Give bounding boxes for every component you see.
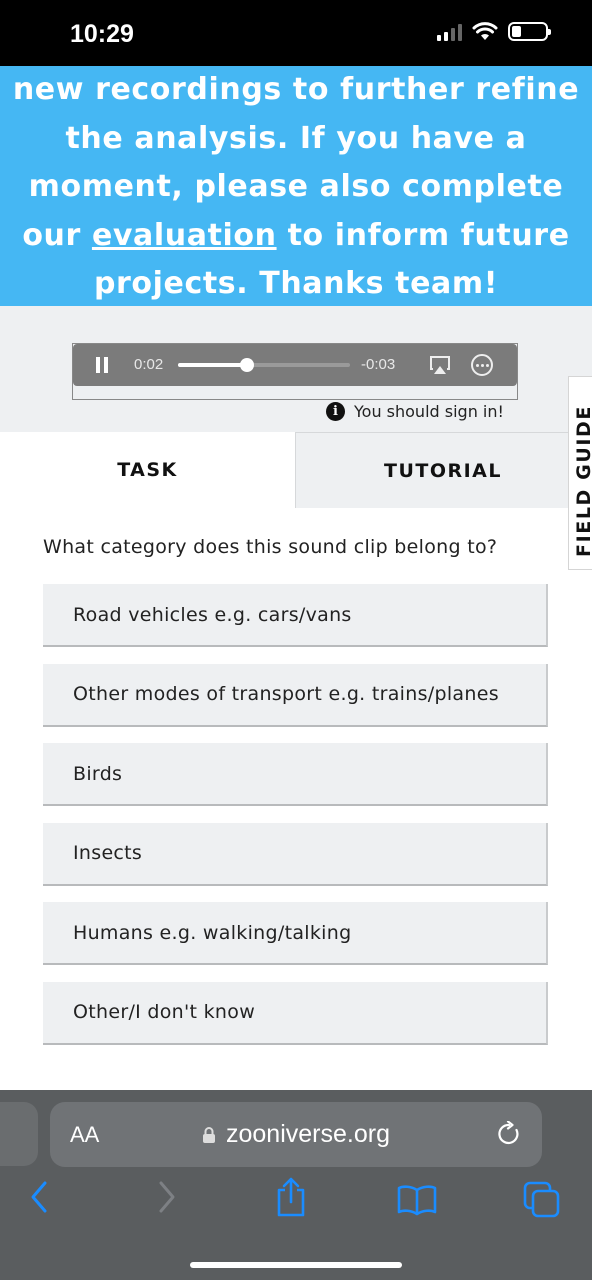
answer-list: Road vehicles e.g. cars/vans Other modes…	[43, 584, 548, 1062]
address-bar[interactable]: AA zooniverse.org	[50, 1102, 542, 1167]
previous-tab-preview[interactable]	[0, 1102, 38, 1166]
status-icons	[437, 22, 551, 41]
audio-container: 0:02 -0:03	[72, 343, 518, 400]
sign-in-text: You should sign in!	[354, 402, 504, 421]
evaluation-link[interactable]: evaluation	[92, 218, 277, 253]
status-bar: 10:29	[0, 0, 592, 66]
home-indicator	[190, 1262, 402, 1268]
sign-in-notice[interactable]: i You should sign in!	[326, 402, 504, 421]
battery-icon	[508, 22, 551, 41]
reader-options-button[interactable]: AA	[70, 1122, 99, 1148]
answer-insects[interactable]: Insects	[43, 822, 548, 886]
question-text: What category does this sound clip belon…	[43, 536, 498, 558]
tabs-icon[interactable]	[522, 1180, 562, 1220]
share-icon[interactable]	[274, 1176, 308, 1218]
reload-icon[interactable]	[496, 1121, 522, 1147]
lock-icon	[203, 1127, 215, 1143]
wifi-icon	[472, 22, 498, 40]
time-elapsed: 0:02	[134, 356, 164, 373]
pause-icon[interactable]	[96, 357, 109, 373]
more-icon[interactable]	[471, 354, 493, 376]
answer-other-unknown[interactable]: Other/I don't know	[43, 981, 548, 1045]
field-guide-label: FIELD GUIDE	[573, 405, 592, 557]
status-time: 10:29	[70, 20, 134, 48]
airplay-icon[interactable]	[429, 355, 451, 375]
answer-road-vehicles[interactable]: Road vehicles e.g. cars/vans	[43, 584, 548, 647]
tab-tutorial[interactable]: TUTORIAL	[295, 432, 590, 508]
answer-humans[interactable]: Humans e.g. walking/talking	[43, 902, 548, 966]
field-guide-tab[interactable]: FIELD GUIDE	[568, 376, 592, 570]
back-icon[interactable]	[28, 1180, 50, 1214]
seek-knob[interactable]	[239, 358, 254, 372]
forward-icon[interactable]	[156, 1180, 178, 1214]
info-icon: i	[326, 402, 345, 421]
subject-viewer: 0:02 -0:03 i You should sign in!	[0, 306, 592, 432]
signal-icon	[437, 23, 462, 41]
audio-player: 0:02 -0:03	[73, 344, 517, 386]
bookmarks-icon[interactable]	[396, 1184, 438, 1216]
seek-bar[interactable]	[178, 358, 350, 372]
answer-birds[interactable]: Birds	[43, 743, 548, 807]
announcement-banner: new recordings to further refine the ana…	[0, 66, 592, 306]
time-remaining: -0:03	[361, 356, 396, 373]
seek-progress	[178, 363, 247, 367]
url-text[interactable]: zooniverse.org	[226, 1120, 390, 1149]
task-tabs: TASK TUTORIAL	[0, 432, 590, 508]
tab-task[interactable]: TASK	[0, 432, 295, 508]
answer-other-transport[interactable]: Other modes of transport e.g. trains/pla…	[43, 663, 548, 727]
